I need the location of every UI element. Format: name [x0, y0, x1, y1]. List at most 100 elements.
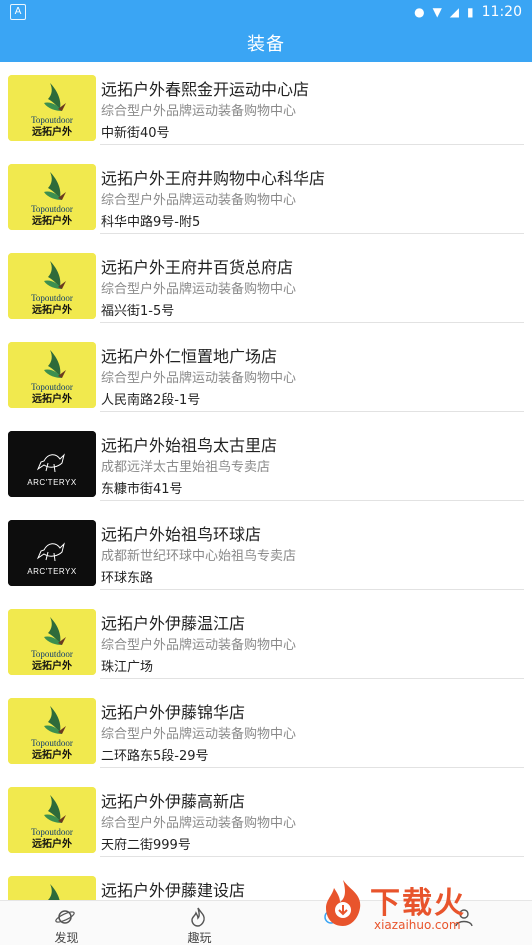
store-description: 综合型户外品牌运动装备购物中心 — [101, 727, 297, 742]
flame-icon — [191, 907, 205, 927]
store-description: 综合型户外品牌运动装备购物中心 — [101, 193, 297, 208]
row-divider — [100, 411, 524, 412]
store-list-item[interactable]: Topoutdoor 远拓户外 远拓户外王府井购物中心科华店综合型户外品牌运动装… — [0, 151, 532, 240]
store-address: 人民南路2段-1号 — [101, 393, 201, 408]
arcteryx-logo: ARC'TERYX — [8, 520, 96, 586]
row-divider — [100, 678, 524, 679]
topoutdoor-logo-image: Topoutdoor 远拓户外 — [8, 164, 96, 230]
store-list-item[interactable]: ARC'TERYX 远拓户外始祖鸟太古里店成都远洋太古里始祖鸟专卖店 东糠市街41… — [0, 418, 532, 507]
logo-text-en: Topoutdoor — [31, 382, 73, 392]
planet-icon — [55, 910, 75, 924]
logo-text-arcteryx: ARC'TERYX — [27, 567, 77, 576]
logo-text-arcteryx: ARC'TERYX — [27, 478, 77, 487]
store-address: 二环路东5段-29号 — [101, 749, 209, 764]
store-description: 综合型户外品牌运动装备购物中心 — [101, 104, 297, 119]
signal-icon: ◢ — [449, 5, 460, 19]
row-divider — [100, 500, 524, 501]
arcteryx-logo: ARC'TERYX — [8, 431, 96, 497]
store-description: 综合型户外品牌运动装备购物中心 — [101, 638, 297, 653]
logo-text-cn: 远拓户外 — [32, 748, 72, 761]
store-description: 综合型户外品牌运动装备购物中心 — [101, 371, 297, 386]
store-name: 远拓户外仁恒置地广场店 — [101, 347, 278, 366]
status-time: 11:20 — [481, 4, 522, 20]
store-name: 远拓户外王府井购物中心科华店 — [101, 169, 326, 188]
nav-label-fun: 趣玩 — [187, 931, 212, 945]
topoutdoor-logo-image: Topoutdoor 远拓户外 — [8, 787, 96, 853]
logo-text-cn: 远拓户外 — [32, 214, 72, 227]
store-address: 东糠市街41号 — [101, 482, 183, 497]
row-divider — [100, 144, 524, 145]
logo-text-en: Topoutdoor — [31, 293, 73, 303]
watermark-url: xiazaihuo.com — [374, 918, 461, 932]
app-bar: 装备 — [0, 24, 532, 62]
battery-icon: ▮ — [467, 5, 474, 19]
logo-text-cn: 远拓户外 — [32, 392, 72, 405]
store-list-item[interactable]: Topoutdoor 远拓户外 远拓户外仁恒置地广场店综合型户外品牌运动装备购物… — [0, 329, 532, 418]
watermark-flame-icon — [326, 880, 361, 926]
topoutdoor-logo: Topoutdoor 远拓户外 — [8, 876, 96, 900]
store-address: 环球东路 — [101, 571, 154, 586]
location-icon: ● — [414, 5, 425, 19]
store-description: 综合型户外品牌运动装备购物中心 — [101, 816, 297, 831]
store-list-item[interactable]: Topoutdoor 远拓户外 远拓户外春熙金开运动中心店综合型户外品牌运动装备… — [0, 62, 532, 151]
watermark: 下载火 xiazaihuo.com — [318, 876, 532, 944]
arcteryx-logo-image: ARC'TERYX — [8, 431, 96, 497]
store-list-item[interactable]: Topoutdoor 远拓户外 远拓户外伊藤温江店综合型户外品牌运动装备购物中心… — [0, 596, 532, 685]
store-name: 远拓户外伊藤温江店 — [101, 614, 246, 633]
store-name: 远拓户外始祖鸟环球店 — [101, 525, 262, 544]
logo-text-en: Topoutdoor — [31, 204, 73, 214]
topoutdoor-logo: Topoutdoor 远拓户外 — [8, 164, 96, 230]
nav-label-discover: 发现 — [54, 931, 79, 945]
store-name: 远拓户外伊藤建设店 — [101, 881, 246, 900]
row-divider — [100, 233, 524, 234]
topoutdoor-logo-image: Topoutdoor 远拓户外 — [8, 342, 96, 408]
store-list-item[interactable]: Topoutdoor 远拓户外 远拓户外伊藤锦华店综合型户外品牌运动装备购物中心… — [0, 685, 532, 774]
row-divider — [100, 322, 524, 323]
topoutdoor-logo: Topoutdoor 远拓户外 — [8, 787, 96, 853]
store-list-item[interactable]: Topoutdoor 远拓户外 远拓户外伊藤高新店综合型户外品牌运动装备购物中心… — [0, 774, 532, 863]
store-address: 科华中路9号-附5 — [101, 215, 201, 230]
store-list-item[interactable]: ARC'TERYX 远拓户外始祖鸟环球店成都新世纪环球中心始祖鸟专卖店 环球东路 — [0, 507, 532, 596]
store-name: 远拓户外伊藤锦华店 — [101, 703, 246, 722]
store-address: 珠江广场 — [101, 660, 154, 675]
logo-text-cn: 远拓户外 — [32, 125, 72, 138]
logo-text-cn: 远拓户外 — [32, 303, 72, 316]
wifi-icon: ▼ — [432, 5, 442, 19]
page-title: 装备 — [247, 34, 285, 55]
store-name: 远拓户外始祖鸟太古里店 — [101, 436, 278, 455]
topoutdoor-logo: Topoutdoor 远拓户外 — [8, 342, 96, 408]
topoutdoor-logo-image: Topoutdoor 远拓户外 — [8, 876, 96, 900]
logo-text-en: Topoutdoor — [31, 115, 73, 125]
store-address: 中新街40号 — [101, 126, 170, 141]
row-divider — [100, 767, 524, 768]
store-description: 成都远洋太古里始祖鸟专卖店 — [101, 460, 271, 475]
store-address: 天府二街999号 — [101, 838, 191, 853]
topoutdoor-logo: Topoutdoor 远拓户外 — [8, 609, 96, 675]
topoutdoor-logo: Topoutdoor 远拓户外 — [8, 253, 96, 319]
store-address: 福兴街1-5号 — [101, 304, 175, 319]
topoutdoor-logo-image: Topoutdoor 远拓户外 — [8, 75, 96, 141]
logo-text-cn: 远拓户外 — [32, 659, 72, 672]
row-divider — [100, 856, 524, 857]
store-name: 远拓户外春熙金开运动中心店 — [101, 80, 310, 99]
store-name: 远拓户外伊藤高新店 — [101, 792, 246, 811]
topoutdoor-logo-image: Topoutdoor 远拓户外 — [8, 609, 96, 675]
nav-discover[interactable]: 发现 — [0, 901, 133, 945]
store-list[interactable]: Topoutdoor 远拓户外 远拓户外春熙金开运动中心店综合型户外品牌运动装备… — [0, 62, 532, 900]
store-description: 成都新世纪环球中心始祖鸟专卖店 — [101, 549, 297, 564]
store-list-item[interactable]: Topoutdoor 远拓户外 远拓户外王府井百货总府店综合型户外品牌运动装备购… — [0, 240, 532, 329]
notification-icon: A — [10, 4, 26, 20]
logo-text-cn: 远拓户外 — [32, 837, 72, 850]
logo-text-en: Topoutdoor — [31, 827, 73, 837]
row-divider — [100, 589, 524, 590]
logo-text-en: Topoutdoor — [31, 738, 73, 748]
arcteryx-logo-image: ARC'TERYX — [8, 520, 96, 586]
store-description: 综合型户外品牌运动装备购物中心 — [101, 282, 297, 297]
status-bar: A ● ▼ ◢ ▮ 11:20 — [0, 0, 532, 24]
nav-fun[interactable]: 趣玩 — [133, 901, 266, 945]
store-name: 远拓户外王府井百货总府店 — [101, 258, 294, 277]
watermark-text: 下载火 — [370, 886, 466, 921]
topoutdoor-logo-image: Topoutdoor 远拓户外 — [8, 253, 96, 319]
topoutdoor-logo: Topoutdoor 远拓户外 — [8, 75, 96, 141]
logo-text-en: Topoutdoor — [31, 649, 73, 659]
